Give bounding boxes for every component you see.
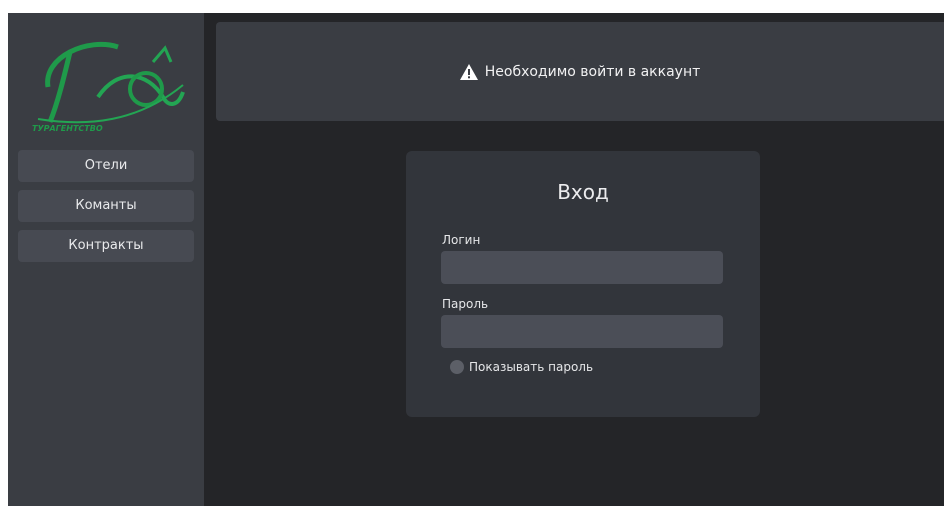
sidebar-item-hotels[interactable]: Отели xyxy=(18,150,194,182)
show-password-toggle[interactable]: Показывать пароль xyxy=(450,360,593,374)
auth-alert-banner: Необходимо войти в аккаунт xyxy=(216,22,944,121)
login-form: Вход Логин Пароль Показывать пароль xyxy=(406,151,760,417)
password-input[interactable] xyxy=(441,315,723,348)
brand-logo: ТУРАГЕНТСТВО xyxy=(32,41,185,133)
login-label: Логин xyxy=(442,233,481,247)
warning-icon xyxy=(459,63,478,80)
login-title: Вход xyxy=(557,180,609,204)
app-window: ТУРАГЕНТСТВО Отели Команты Контракты Нео… xyxy=(8,13,944,506)
sidebar-item-rooms[interactable]: Команты xyxy=(18,190,194,222)
alert-message: Необходимо войти в аккаунт xyxy=(484,63,701,80)
sidebar: ТУРАГЕНТСТВО Отели Команты Контракты xyxy=(8,13,204,506)
login-input[interactable] xyxy=(441,251,723,284)
sidebar-item-contracts[interactable]: Контракты xyxy=(18,230,194,262)
svg-text:ТУРАГЕНТСТВО: ТУРАГЕНТСТВО xyxy=(32,124,103,133)
show-password-radio[interactable] xyxy=(450,360,464,374)
show-password-label: Показывать пароль xyxy=(469,360,594,374)
password-label: Пароль xyxy=(442,297,489,311)
